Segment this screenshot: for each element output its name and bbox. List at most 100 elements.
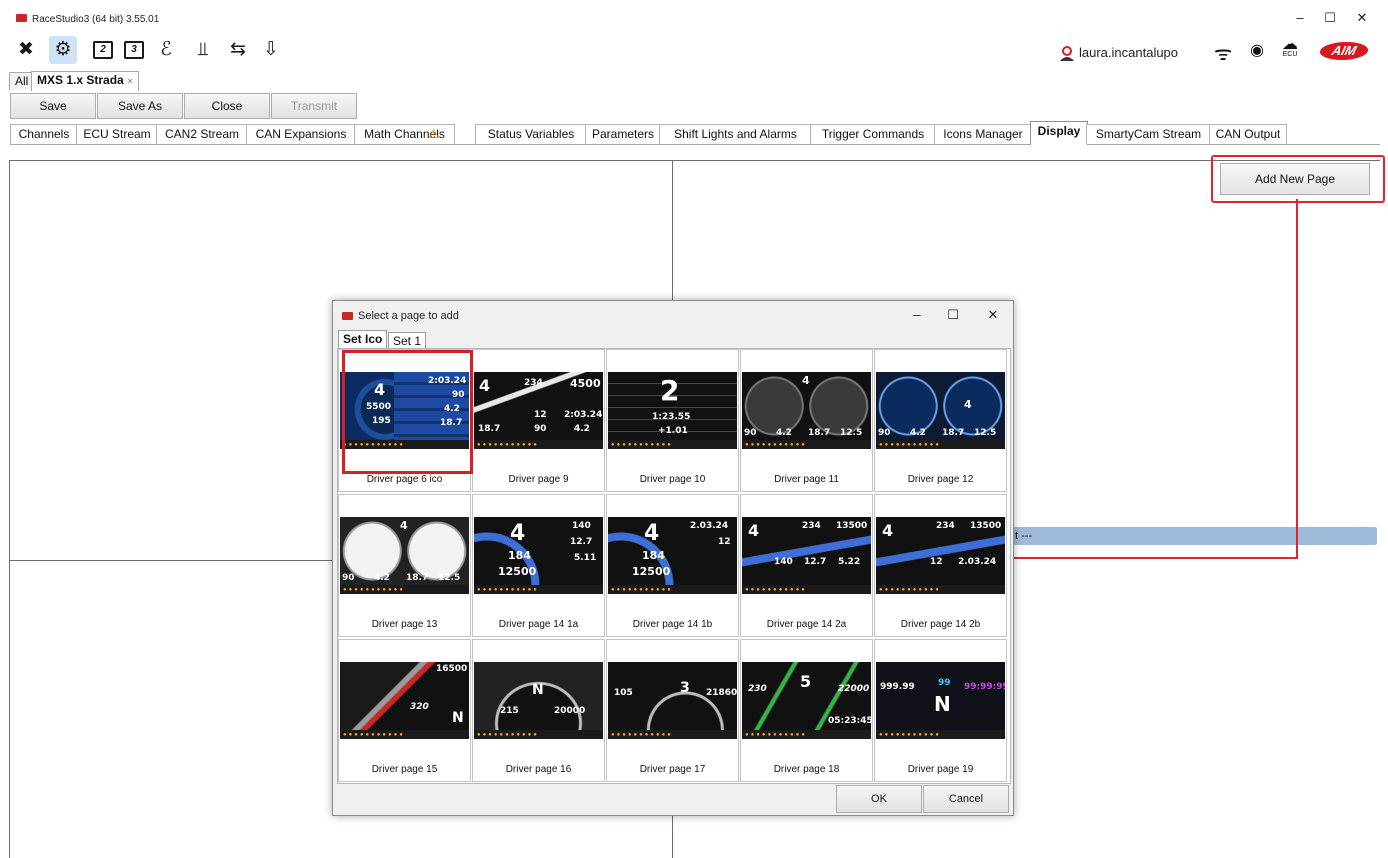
page-option[interactable]: N 99 999.99 99:99:99 ●●●●●●●●●●● Driver … [874, 639, 1007, 782]
callout-line-vertical [1296, 199, 1298, 559]
save-button[interactable]: Save [10, 93, 96, 119]
select-page-dialog: Select a page to add – ☐ ✕ Set Ico Set 1… [332, 300, 1014, 816]
page-caption: Driver page 15 [371, 764, 438, 775]
sensor-icon[interactable]: ⫫ [189, 36, 217, 64]
page-caption: Driver page 9 [508, 474, 569, 485]
page-caption: Driver page 14 1b [632, 619, 713, 630]
track-map-icon[interactable]: ℰ [152, 36, 180, 64]
tab-ecu-stream[interactable]: ECU Stream [76, 124, 158, 144]
page-thumbnail: N 99 999.99 99:99:99 ●●●●●●●●●●● [876, 662, 1005, 739]
page-option[interactable]: 4 234 4500 12 2:03.24 18.7 90 4.2 ●●●●●●… [472, 349, 605, 492]
tab-display[interactable]: Display [1030, 121, 1088, 145]
device-3-icon[interactable]: 3 [124, 41, 144, 59]
page-option[interactable]: N 215 20000 ●●●●●●●●●●● Driver page 16 [472, 639, 605, 782]
page-thumbnail: 4 234 13500 140 12.7 5.22 ●●●●●●●●●●● [742, 517, 871, 594]
save-as-button[interactable]: Save As [97, 93, 183, 119]
page-thumbnail: N 215 20000 ●●●●●●●●●●● [474, 662, 603, 739]
page-thumbnail: 4 90 4.2 18.7 12.5 ●●●●●●●●●●● [876, 372, 1005, 449]
wrench-icon[interactable]: ✖ [12, 36, 40, 64]
close-tab-icon[interactable]: ✕ [127, 77, 134, 86]
dialog-close-button[interactable]: ✕ [983, 307, 1003, 323]
page-option[interactable]: 4 234 13500 140 12.7 5.22 ●●●●●●●●●●● Dr… [740, 494, 873, 637]
page-caption: Driver page 13 [371, 619, 438, 630]
user-icon[interactable] [1059, 46, 1075, 62]
title-bar: RaceStudio3 (64 bit) 3.55.01 – ☐ ✕ [0, 0, 1388, 34]
cancel-button[interactable]: Cancel [923, 785, 1009, 813]
connect-device-icon[interactable]: ⇆ [224, 36, 252, 64]
tab-shift-lights-alarms[interactable]: Shift Lights and Alarms [659, 124, 812, 144]
download-icon[interactable]: ⇩ [257, 36, 285, 64]
close-button[interactable]: Close [184, 93, 270, 119]
page-caption: Driver page 17 [639, 764, 706, 775]
page-option[interactable]: 4 184 12500 140 12.7 5.11 ●●●●●●●●●●● Dr… [472, 494, 605, 637]
tab-status-variables[interactable]: Status Variables [475, 124, 587, 144]
page-thumbnail: 3 105 21860 ●●●●●●●●●●● [608, 662, 737, 739]
tab-can-expansions[interactable]: CAN Expansions [246, 124, 356, 144]
device-2-icon[interactable]: 2 [93, 41, 113, 59]
dialog-logo-icon [342, 312, 353, 320]
page-thumbnail: 4 184 12500 140 12.7 5.11 ●●●●●●●●●●● [474, 517, 603, 594]
tab-smartycam-stream[interactable]: SmartyCam Stream [1086, 124, 1211, 144]
user-name[interactable]: laura.incantalupo [1079, 45, 1178, 60]
minimize-button[interactable]: – [1290, 10, 1310, 26]
tab-math-channels[interactable]: Math Channels [354, 124, 455, 144]
tab-parameters[interactable]: Parameters [585, 124, 661, 144]
page-thumbnail: 5 230 22000 05:23:45 ●●●●●●●●●●● [742, 662, 871, 739]
page-caption: Driver page 14 2b [900, 619, 981, 630]
maximize-button[interactable]: ☐ [1320, 10, 1340, 26]
aim-logo: AIM [1317, 42, 1371, 60]
page-caption: Driver page 16 [505, 764, 572, 775]
tab-channels[interactable]: Channels [10, 124, 78, 144]
doc-tab-mxs-strada[interactable]: MXS 1.x Strada ✕ [31, 71, 140, 91]
page-caption: Driver page 10 [639, 474, 706, 485]
page-option[interactable]: 5 230 22000 05:23:45 ●●●●●●●●●●● Driver … [740, 639, 873, 782]
page-option[interactable]: 4 234 13500 12 2.03.24 ●●●●●●●●●●● Drive… [874, 494, 1007, 637]
tab-icons-manager[interactable]: Icons Manager [934, 124, 1032, 144]
page-option[interactable]: 2 1:23.55 +1.01 ●●●●●●●●●●● Driver page … [606, 349, 739, 492]
page-caption: Driver page 6 ico [366, 474, 443, 485]
page-info-bar: t --- [1011, 527, 1377, 545]
main-toolbar: ✖ ⚙ 2 3 ℰ ⫫ ⇆ ⇩ laura.incantalupo ᯤ ◉ ☁ E… [0, 34, 1388, 70]
dialog-maximize-button[interactable]: ☐ [943, 307, 963, 323]
page-caption: Driver page 18 [773, 764, 840, 775]
warning-icon: ⚠ [428, 126, 440, 141]
page-caption: Driver page 14 2a [766, 619, 847, 630]
page-caption: Driver page 19 [907, 764, 974, 775]
tab-can2-stream[interactable]: CAN2 Stream [156, 124, 248, 144]
page-thumbnail: 2 1:23.55 +1.01 ●●●●●●●●●●● [608, 372, 737, 449]
window-title: RaceStudio3 (64 bit) 3.55.01 [32, 14, 160, 25]
configuration-tabs: Channels ECU Stream CAN2 Stream CAN Expa… [10, 121, 1380, 145]
page-option[interactable]: 4 90 4.2 18.7 12.5 ●●●●●●●●●●● Driver pa… [874, 349, 1007, 492]
ok-button[interactable]: OK [836, 785, 922, 813]
page-option[interactable]: 4 90 4.2 18.7 12.5 ●●●●●●●●●●● Driver pa… [740, 349, 873, 492]
dialog-minimize-button[interactable]: – [907, 307, 927, 323]
page-thumbnail: 4 90 4.2 18.7 12.5 ●●●●●●●●●●● [742, 372, 871, 449]
eye-icon[interactable]: ◉ [1250, 40, 1264, 60]
page-option[interactable]: 4 90 4.2 18.7 12.5 ●●●●●●●●●●● Driver pa… [338, 494, 471, 637]
page-thumbnail: 4 234 4500 12 2:03.24 18.7 90 4.2 ●●●●●●… [474, 372, 603, 449]
page-thumbnail: 4 234 13500 12 2.03.24 ●●●●●●●●●●● [876, 517, 1005, 594]
selected-page-highlight [342, 350, 473, 474]
page-thumbnail: 16500 320 N ●●●●●●●●●●● [340, 662, 469, 739]
app-logo-icon [16, 14, 27, 22]
tab-can-output[interactable]: CAN Output [1209, 124, 1287, 144]
tab-set-ico[interactable]: Set Ico [338, 330, 388, 350]
callout-line-horizontal [1010, 557, 1298, 559]
page-thumbnail-grid: 4 5500 195 2:03.24 90 4.2 18.7 ●●●●●●●●●… [337, 348, 1011, 784]
page-caption: Driver page 14 1a [498, 619, 579, 630]
close-window-button[interactable]: ✕ [1352, 10, 1372, 26]
page-option[interactable]: 3 105 21860 ●●●●●●●●●●● Driver page 17 [606, 639, 739, 782]
tab-trigger-commands[interactable]: Trigger Commands [810, 124, 936, 144]
add-new-page-button[interactable]: Add New Page [1220, 163, 1370, 195]
page-option[interactable]: 16500 320 N ●●●●●●●●●●● Driver page 15 [338, 639, 471, 782]
wifi-icon[interactable]: ᯤ [1214, 39, 1232, 66]
page-thumbnail: 4 90 4.2 18.7 12.5 ●●●●●●●●●●● [340, 517, 469, 594]
page-option[interactable]: 4 184 12500 2.03.24 12 ●●●●●●●●●●● Drive… [606, 494, 739, 637]
dialog-title: Select a page to add [358, 310, 459, 322]
configuration-gear-icon[interactable]: ⚙ [49, 36, 77, 64]
page-thumbnail: 4 184 12500 2.03.24 12 ●●●●●●●●●●● [608, 517, 737, 594]
ecu-icon[interactable]: ☁ ECU [1282, 37, 1298, 59]
page-caption: Driver page 12 [907, 474, 974, 485]
transmit-button[interactable]: Transmit [271, 93, 357, 119]
page-caption: Driver page 11 [774, 474, 839, 485]
